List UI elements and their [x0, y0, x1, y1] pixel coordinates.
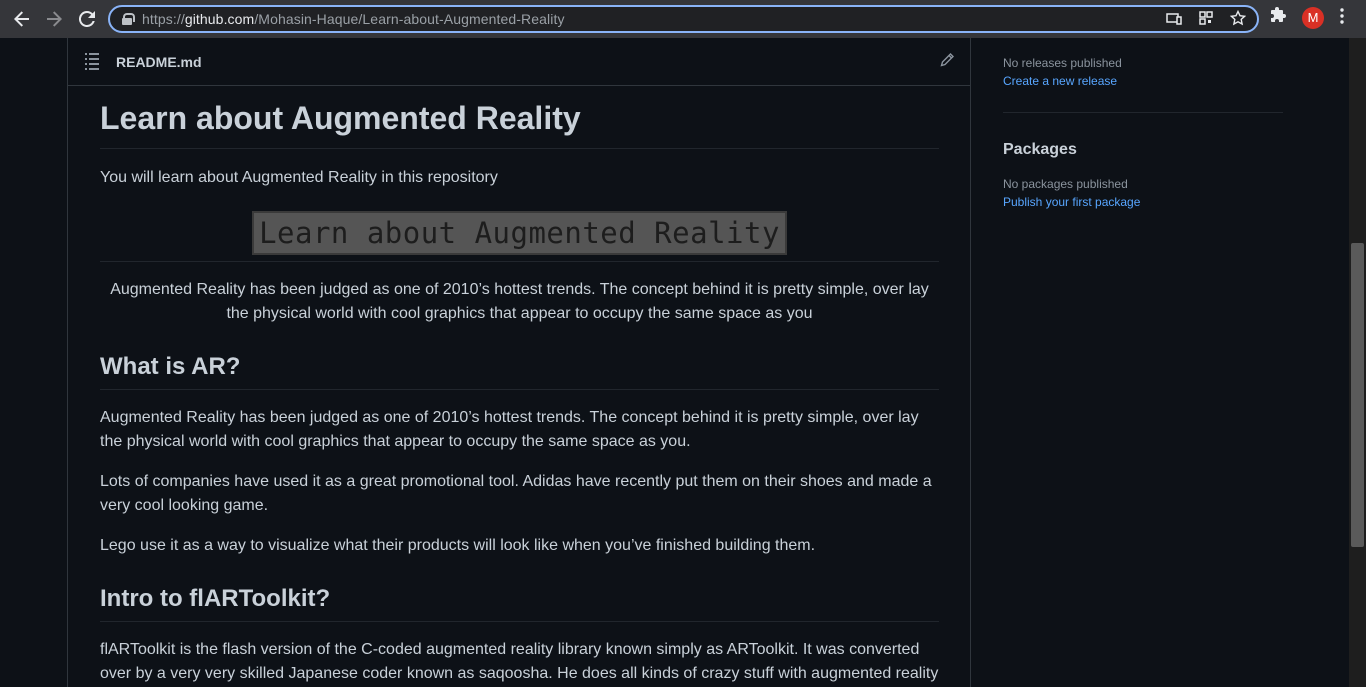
forward-icon[interactable] [38, 3, 70, 35]
releases-status: No releases published [1003, 56, 1122, 70]
reload-icon[interactable] [71, 3, 103, 35]
qr-code-icon[interactable] [1195, 10, 1217, 30]
create-release-link[interactable]: Create a new release [1003, 74, 1283, 88]
edit-pencil-icon[interactable] [940, 53, 954, 67]
section-heading-what-is-ar: What is AR? [100, 352, 939, 390]
address-bar[interactable]: https://github.com/Mohasin-Haque/Learn-a… [108, 5, 1259, 33]
readme-content: Learn about Augmented Reality You will l… [100, 98, 939, 686]
back-icon[interactable] [6, 3, 38, 35]
scrollbar-thumb[interactable] [1351, 243, 1364, 547]
publish-package-link[interactable]: Publish your first package [1003, 195, 1283, 209]
section1-paragraph-1: Augmented Reality has been judged as one… [100, 409, 919, 450]
readme-header: README.md [68, 38, 970, 86]
section1-paragraph-3: Lego use it as a way to visualize what t… [100, 537, 816, 554]
banner-image: Learn about Augmented Reality [100, 213, 939, 262]
readme-title: Learn about Augmented Reality [100, 98, 939, 149]
browser-toolbar: https://github.com/Mohasin-Haque/Learn-a… [0, 0, 1366, 38]
extensions-puzzle-icon[interactable] [1268, 7, 1290, 29]
url-text[interactable]: https://github.com/Mohasin-Haque/Learn-a… [142, 11, 565, 27]
readme-intro: You will learn about Augmented Reality i… [100, 169, 498, 186]
lock-icon[interactable] [122, 13, 135, 25]
table-of-contents-icon[interactable] [85, 53, 99, 70]
kebab-menu-icon[interactable] [1336, 7, 1348, 29]
section-heading-intro-flartoolkit: Intro to flARToolkit? [100, 584, 939, 622]
readme-center-paragraph: Augmented Reality has been judged as one… [110, 281, 929, 322]
readme-panel: README.md Learn about Augmented Reality … [67, 38, 971, 687]
section1-paragraph-2: Lots of companies have used it as a grea… [100, 473, 932, 514]
packages-heading[interactable]: Packages [1003, 141, 1283, 159]
section2-paragraph-1: flARToolkit is the flash version of the … [100, 641, 939, 682]
packages-status: No packages published [1003, 177, 1128, 191]
repo-sidebar: No releases published Create a new relea… [1003, 38, 1283, 209]
profile-avatar[interactable]: M [1302, 7, 1324, 29]
readme-filename: README.md [116, 53, 202, 70]
banner-text: Learn about Augmented Reality [254, 213, 785, 253]
bookmark-star-icon[interactable] [1227, 9, 1249, 30]
sidebar-divider [1003, 112, 1283, 113]
cast-icon[interactable] [1163, 10, 1185, 30]
